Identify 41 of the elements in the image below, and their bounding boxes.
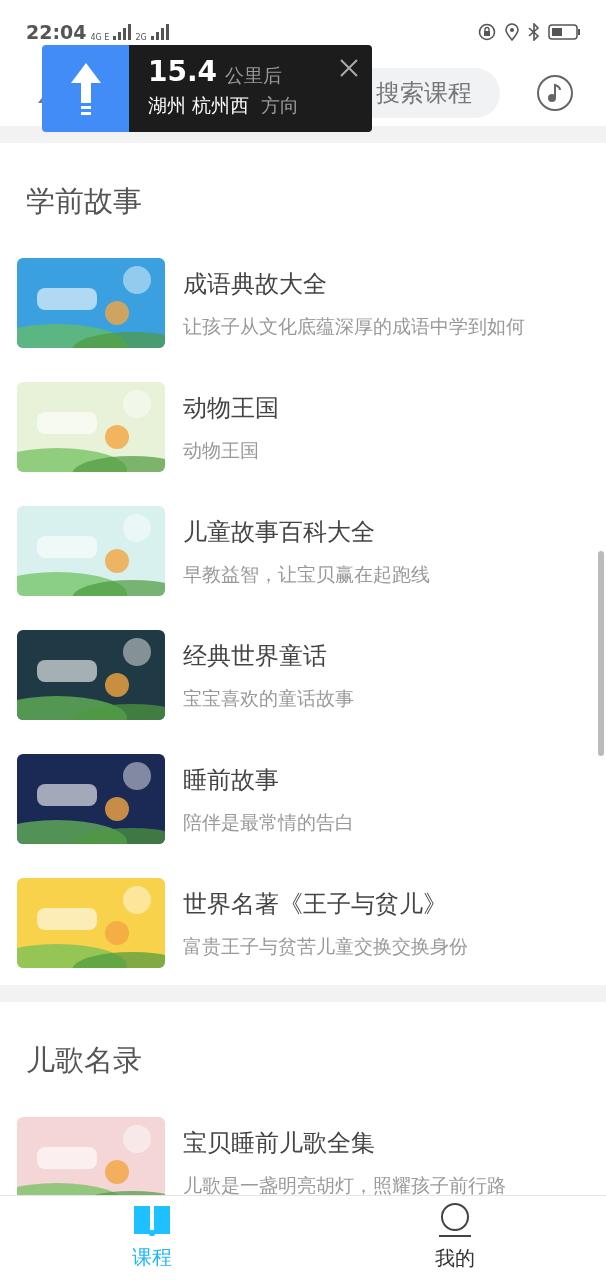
course-subtitle: 早教益智，让宝贝赢在起跑线	[183, 561, 430, 587]
book-icon	[133, 1204, 170, 1236]
direction-label: 方向	[261, 93, 300, 118]
course-title: 宝贝睡前儿歌全集	[183, 1127, 376, 1159]
course-title: 成语典故大全	[183, 268, 328, 300]
course-item[interactable]: 世界名著《王子与贫儿》 富贵王子与贫苦儿童交换交换身份	[0, 861, 606, 985]
course-subtitle: 让孩子从文化底蕴深厚的成语中学到如何	[183, 313, 525, 339]
distance-value: 15.4	[148, 55, 218, 89]
signal-icon	[113, 24, 132, 40]
course-title: 睡前故事	[183, 764, 280, 796]
course-item[interactable]: 经典世界童话 宝宝喜欢的童话故事	[0, 613, 606, 737]
course-item[interactable]: 成语典故大全 让孩子从文化底蕴深厚的成语中学到如何	[0, 241, 606, 365]
person-icon	[436, 1203, 473, 1237]
course-item[interactable]: 动物王国 动物王国	[0, 365, 606, 489]
tab[interactable]: 我的	[303, 1196, 606, 1280]
location-icon	[504, 23, 520, 41]
road-name: 湖州 杭州西	[148, 93, 250, 118]
course-subtitle: 富贵王子与贫苦儿童交换交换身份	[183, 933, 468, 959]
music-note-icon[interactable]	[536, 74, 574, 112]
battery-icon	[548, 24, 580, 40]
course-item[interactable]: 睡前故事 陪伴是最常情的告白	[0, 737, 606, 861]
network-label: 4G E	[90, 31, 110, 44]
course-subtitle: 动物王国	[183, 437, 260, 463]
course-item[interactable]: 儿童故事百科大全 早教益智，让宝贝赢在起跑线	[0, 489, 606, 613]
course-title: 动物王国	[183, 392, 279, 424]
course-title: 儿童故事百科大全	[183, 516, 376, 548]
straight-arrow-icon	[70, 62, 101, 115]
close-icon[interactable]	[340, 59, 358, 77]
course-subtitle: 儿歌是一盏明亮胡灯，照耀孩子前行路	[183, 1172, 506, 1195]
lock-rotation-icon	[478, 23, 496, 41]
distance-unit: 公里后	[225, 63, 283, 88]
course-title: 世界名著《王子与贫儿》	[183, 888, 448, 920]
course-subtitle: 宝宝喜欢的童话故事	[183, 685, 354, 711]
course-title: 经典世界童话	[183, 640, 328, 672]
course-subtitle: 陪伴是最常情的告白	[183, 809, 354, 835]
bluetooth-icon	[528, 23, 540, 41]
signal-icon	[150, 24, 169, 40]
network-label: 2G	[135, 31, 147, 44]
section-title: 学前故事	[25, 183, 143, 220]
clock: 22:04	[26, 19, 87, 45]
section-title: 儿歌名录	[25, 1042, 143, 1079]
